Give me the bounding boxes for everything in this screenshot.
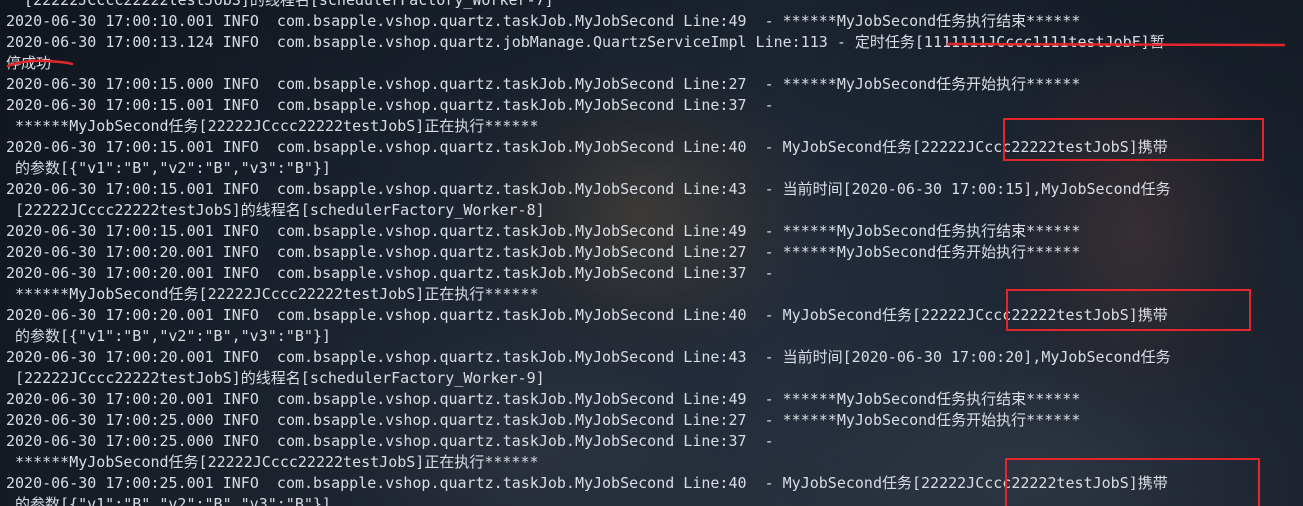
log-line: ******MyJobSecond任务[22222JCccc22222testJ… xyxy=(6,117,539,135)
log-line: 2020-06-30 17:00:20.001 INFO com.bsapple… xyxy=(6,390,1081,408)
log-line: 2020-06-30 17:00:25.001 INFO com.bsapple… xyxy=(6,474,1168,492)
log-line: 2020-06-30 17:00:15.001 INFO com.bsapple… xyxy=(6,138,1168,156)
log-line: [22222JCccc22222testJobS]的线程名[schedulerF… xyxy=(6,369,545,387)
log-line: 2020-06-30 17:00:25.000 INFO com.bsapple… xyxy=(6,411,1081,429)
log-line: [22222JCccc22222testJobS]的线程名[schedulerF… xyxy=(6,0,554,9)
log-line: 停成功 xyxy=(6,54,52,72)
log-line: 2020-06-30 17:00:10.001 INFO com.bsapple… xyxy=(6,12,1081,30)
log-line: [22222JCccc22222testJobS]的线程名[schedulerF… xyxy=(6,201,545,219)
log-line: 2020-06-30 17:00:20.001 INFO com.bsapple… xyxy=(6,264,774,282)
log-line: 2020-06-30 17:00:15.001 INFO com.bsapple… xyxy=(6,222,1081,240)
log-line: 2020-06-30 17:00:15.001 INFO com.bsapple… xyxy=(6,180,1171,198)
log-line: ******MyJobSecond任务[22222JCccc22222testJ… xyxy=(6,285,539,303)
log-line: 的参数[{"v1":"B","v2":"B","v3":"B"}] xyxy=(6,495,331,506)
log-line: 的参数[{"v1":"B","v2":"B","v3":"B"}] xyxy=(6,159,331,177)
log-output[interactable]: [22222JCccc22222testJobS]的线程名[schedulerF… xyxy=(6,0,1303,506)
log-line: 2020-06-30 17:00:20.001 INFO com.bsapple… xyxy=(6,243,1081,261)
log-line: 2020-06-30 17:00:15.000 INFO com.bsapple… xyxy=(6,75,1081,93)
log-line: 2020-06-30 17:00:20.001 INFO com.bsapple… xyxy=(6,306,1168,324)
log-line: 2020-06-30 17:00:25.000 INFO com.bsapple… xyxy=(6,432,774,450)
log-line: 2020-06-30 17:00:20.001 INFO com.bsapple… xyxy=(6,348,1171,366)
log-line: 的参数[{"v1":"B","v2":"B","v3":"B"}] xyxy=(6,327,331,345)
log-line: ******MyJobSecond任务[22222JCccc22222testJ… xyxy=(6,453,539,471)
log-line: 2020-06-30 17:00:13.124 INFO com.bsapple… xyxy=(6,33,1165,51)
terminal-window[interactable]: [22222JCccc22222testJobS]的线程名[schedulerF… xyxy=(0,0,1303,506)
log-line: 2020-06-30 17:00:15.001 INFO com.bsapple… xyxy=(6,96,774,114)
